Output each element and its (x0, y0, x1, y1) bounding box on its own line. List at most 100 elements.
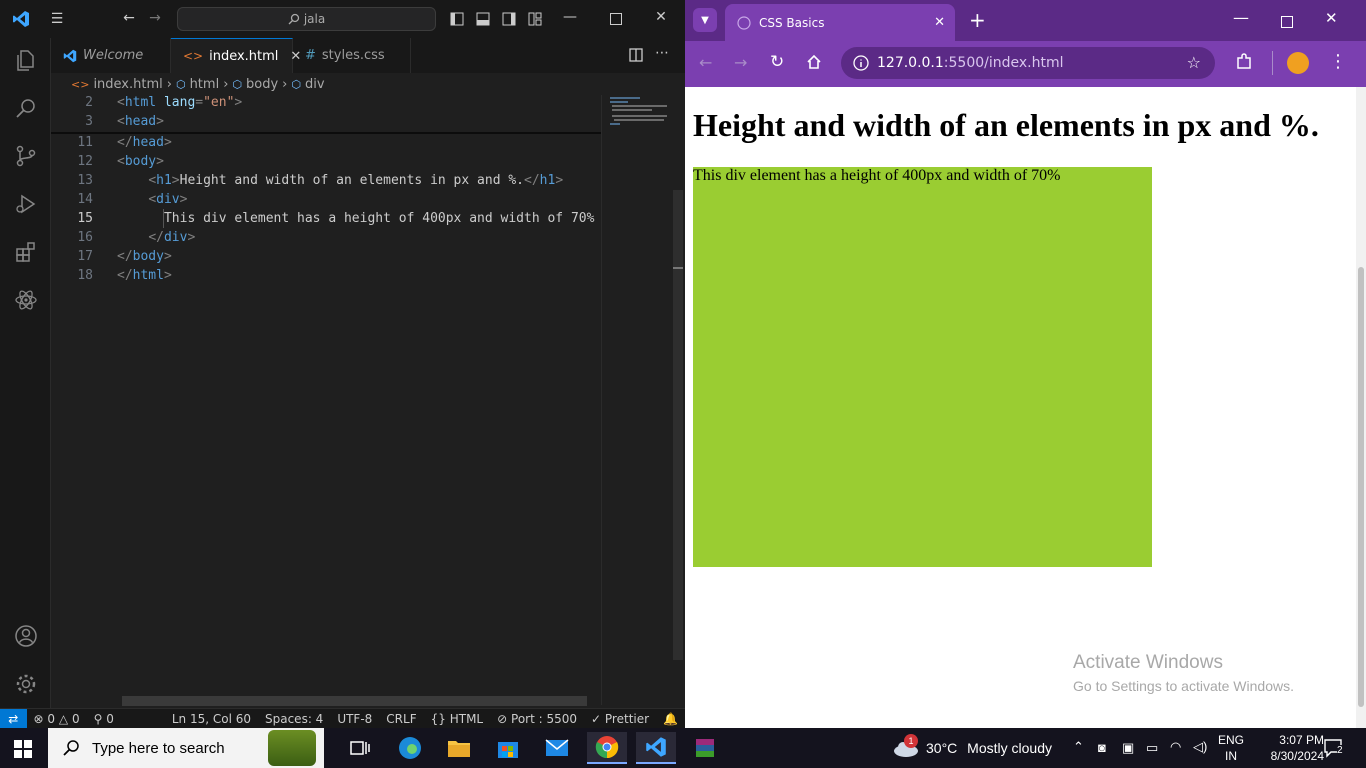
file-explorer-icon[interactable] (439, 732, 479, 764)
breadcrumb-item[interactable]: div (305, 77, 325, 92)
tab-search-chevron-icon[interactable]: ▼ (693, 8, 717, 32)
code-token: body (132, 249, 164, 264)
maximize-icon[interactable] (610, 13, 622, 28)
tab-styles-css[interactable]: # styles.css (293, 38, 411, 73)
forward-arrow-icon[interactable]: → (142, 10, 168, 26)
close-window-icon[interactable]: ✕ (1325, 9, 1338, 27)
language-mode[interactable]: {} HTML (424, 712, 491, 726)
source-control-icon[interactable] (13, 143, 39, 169)
chrome-taskbar-icon[interactable] (587, 732, 627, 764)
show-hidden-icons-chevron[interactable]: ⌃ (1073, 739, 1084, 755)
weather-widget[interactable]: 30°C Mostly cloudy (926, 740, 1052, 756)
vscode-taskbar-icon[interactable] (636, 732, 676, 764)
code-token: head (132, 135, 164, 150)
code-line[interactable]: <h1>Height and width of an elements in p… (117, 173, 563, 188)
taskbar-search[interactable]: Type here to search (48, 728, 324, 768)
code-line[interactable]: </body> (117, 249, 172, 264)
code-line[interactable]: <div> (117, 192, 187, 207)
explorer-icon[interactable] (13, 47, 39, 73)
wifi-icon[interactable]: ◠ (1170, 739, 1181, 755)
kebab-menu-icon[interactable]: ⋮ (1329, 51, 1347, 72)
accounts-icon[interactable] (13, 623, 39, 649)
code-line[interactable]: </html> (117, 268, 172, 283)
breadcrumb-item[interactable]: index.html (93, 77, 162, 92)
language-indicator[interactable]: ENG IN (1218, 732, 1244, 764)
code-line[interactable]: <body> (117, 154, 164, 169)
prettier-status[interactable]: ✓ Prettier (584, 712, 656, 726)
code-line[interactable]: <head> (117, 114, 164, 129)
code-line[interactable]: This div element has a height of 400px a… (117, 211, 594, 226)
run-debug-icon[interactable] (13, 191, 39, 217)
minimize-icon[interactable]: — (557, 9, 583, 25)
search-highlight-image[interactable] (268, 730, 316, 766)
problems-indicator[interactable]: ⊗ 0 △ 0 (27, 712, 87, 726)
tab-index-html[interactable]: <> index.html ✕ (171, 38, 301, 73)
toggle-secondary-sidebar-icon[interactable] (502, 12, 516, 29)
site-info-icon[interactable] (853, 55, 869, 75)
volume-icon[interactable]: ◁) (1193, 739, 1207, 755)
scrollbar-thumb[interactable] (673, 190, 683, 660)
encoding[interactable]: UTF-8 (330, 712, 379, 726)
minimap[interactable] (601, 95, 671, 705)
toggle-primary-sidebar-icon[interactable] (450, 12, 464, 29)
reload-icon[interactable]: ↻ (770, 52, 784, 72)
code-line[interactable]: </div> (117, 230, 195, 245)
ports-indicator[interactable]: ⚲ 0 (87, 712, 121, 726)
indentation[interactable]: Spaces: 4 (258, 712, 330, 726)
customize-layout-icon[interactable] (528, 12, 542, 29)
editor-horizontal-scrollbar[interactable] (122, 696, 587, 706)
new-tab-icon[interactable]: + (969, 8, 986, 32)
back-arrow-icon[interactable]: ← (116, 10, 142, 26)
end-of-line[interactable]: CRLF (379, 712, 423, 726)
split-editor-icon[interactable] (629, 48, 643, 66)
code-line[interactable]: <html lang="en"> (117, 95, 242, 110)
command-center-search[interactable]: jala (177, 7, 436, 31)
extensions-puzzle-icon[interactable] (1235, 53, 1253, 75)
minimize-icon[interactable]: — (1233, 8, 1249, 27)
notification-center-icon[interactable]: 2 (1323, 738, 1343, 763)
tab-welcome[interactable]: Welcome (51, 38, 171, 73)
notifications-bell-icon[interactable]: 🔔 (656, 712, 685, 726)
home-icon[interactable] (806, 54, 822, 74)
cursor-position[interactable]: Ln 15, Col 60 (165, 712, 258, 726)
battery-icon[interactable]: ▭ (1146, 740, 1158, 756)
page-scrollbar[interactable] (1356, 87, 1366, 728)
task-view-icon[interactable] (340, 732, 380, 764)
more-actions-icon[interactable]: ⋯ (655, 45, 669, 61)
maximize-icon[interactable] (1281, 13, 1293, 32)
close-tab-icon[interactable]: ✕ (934, 15, 945, 30)
profile-avatar[interactable] (1287, 52, 1309, 74)
editor-vertical-scrollbar[interactable] (671, 95, 685, 705)
breadcrumb-item[interactable]: html (190, 77, 220, 92)
live-server-port[interactable]: ⊘ Port : 5500 (490, 712, 584, 726)
microsoft-store-icon[interactable] (488, 732, 528, 764)
windows-start-icon[interactable] (14, 740, 32, 763)
browser-tab[interactable]: CSS Basics ✕ (725, 4, 955, 41)
address-bar[interactable]: 127.0.0.1:5500/index.html ☆ (841, 47, 1215, 79)
code-line[interactable]: </head> (117, 135, 172, 150)
vscode-logo-icon[interactable] (12, 10, 30, 31)
back-arrow-icon[interactable]: ← (699, 53, 712, 72)
bookmark-star-icon[interactable]: ☆ (1187, 53, 1201, 72)
winrar-icon[interactable] (685, 732, 725, 764)
react-icon[interactable] (13, 287, 39, 313)
scrollbar-thumb[interactable] (1358, 267, 1364, 707)
breadcrumb-item[interactable]: body (246, 77, 278, 92)
mail-icon[interactable] (537, 732, 577, 764)
toggle-panel-icon[interactable] (476, 12, 490, 29)
camera-icon[interactable]: ◙ (1098, 740, 1106, 755)
menu-icon[interactable]: ☰ (44, 11, 70, 27)
search-icon[interactable] (13, 95, 39, 121)
clock[interactable]: 3:07 PM 8/30/2024 (1254, 732, 1324, 764)
weather-cloud-icon[interactable]: 1 (892, 734, 920, 763)
forward-arrow-icon[interactable]: → (734, 53, 747, 72)
gear-icon[interactable] (13, 671, 39, 697)
security-icon[interactable]: ▣ (1122, 740, 1134, 756)
page-heading: Height and width of an elements in px an… (693, 107, 1319, 143)
extensions-icon[interactable] (13, 239, 39, 265)
notification-count: 2 (1337, 745, 1343, 756)
edge-icon[interactable] (390, 732, 430, 764)
remote-icon[interactable]: ⇄ (0, 708, 27, 729)
close-window-icon[interactable]: ✕ (648, 9, 674, 25)
code-editor[interactable]: 2 <html lang="en"> 3 <head> 11 </head> 12 <body… (51, 95, 601, 695)
